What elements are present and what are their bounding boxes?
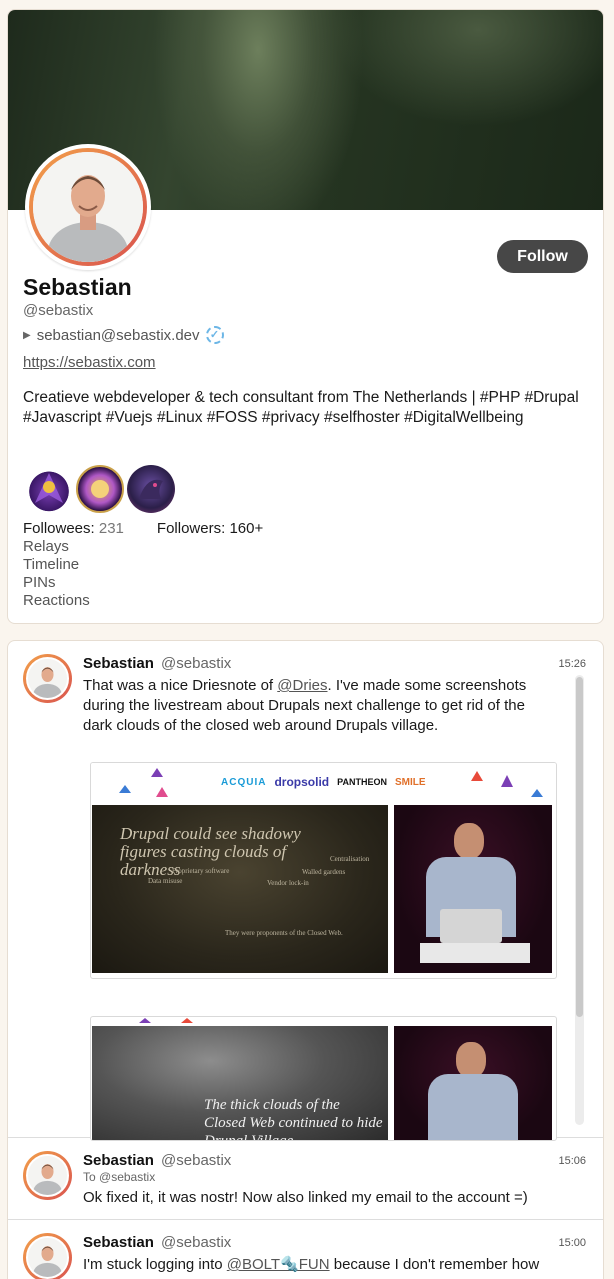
nav-reactions[interactable]: Reactions bbox=[23, 592, 263, 610]
sponsor-acquia: ACQUIA bbox=[221, 776, 267, 788]
sponsor-dropsolid: dropsolid bbox=[274, 775, 330, 789]
badge-sun-icon[interactable] bbox=[76, 465, 124, 513]
person-photo-icon bbox=[28, 659, 67, 698]
note-avatar[interactable] bbox=[23, 654, 72, 703]
note-avatar[interactable] bbox=[23, 1233, 72, 1279]
profile-card: Follow Sebastian @sebastix ▶ sebastian@s… bbox=[7, 9, 604, 624]
verified-icon: ✓ bbox=[205, 326, 224, 344]
note-author-handle: @sebastix bbox=[161, 1152, 232, 1169]
note-author-handle: @sebastix bbox=[161, 1234, 232, 1251]
followers-count: 160+ bbox=[229, 520, 264, 537]
sponsor-bar: ACQUIA dropsolid PANTHEON SMILE bbox=[91, 763, 556, 805]
nip05-address: sebastian@sebastix.dev bbox=[36, 326, 200, 344]
slide-title: The thick clouds of the Closed Web conti… bbox=[204, 1097, 383, 1141]
person-photo-icon bbox=[33, 152, 143, 262]
sponsor-logos: ACQUIA dropsolid PANTHEON SMILE bbox=[221, 775, 426, 789]
badge-dragon-icon[interactable] bbox=[25, 465, 73, 513]
slide-illustration: Drupal could see shadowy figures casting… bbox=[92, 805, 388, 973]
note-content: I'm stuck logging into @BOLT🔩FUN because… bbox=[83, 1256, 540, 1279]
profile-nav: Relays Timeline PINs Reactions bbox=[23, 538, 263, 610]
scrollbar-thumb[interactable] bbox=[576, 677, 583, 1017]
mention-link[interactable]: @BOLT🔩FUN bbox=[227, 1256, 330, 1273]
nav-relays[interactable]: Relays bbox=[23, 538, 263, 556]
profile-handle: @sebastix bbox=[23, 302, 94, 319]
speaker-video-frame bbox=[394, 805, 552, 973]
speaker-video-frame bbox=[394, 1026, 552, 1140]
note-scrollbar[interactable] bbox=[575, 675, 584, 1125]
sponsor-smile: SMILE bbox=[394, 776, 426, 788]
nip05-row[interactable]: ▶ sebastian@sebastix.dev ✓ bbox=[23, 326, 224, 344]
badge-raven-icon[interactable] bbox=[127, 465, 175, 513]
note-author-name[interactable]: Sebastian bbox=[83, 1234, 154, 1251]
profile-website-link[interactable]: https://sebastix.com bbox=[23, 354, 156, 371]
slide-illustration: The thick clouds of the Closed Web conti… bbox=[92, 1026, 388, 1141]
nav-timeline[interactable]: Timeline bbox=[23, 556, 263, 574]
note-image[interactable]: The thick clouds of the Closed Web conti… bbox=[90, 1016, 557, 1141]
notes-feed: Sebastian @sebastix 15:26 That was a nic… bbox=[7, 640, 604, 1279]
person-photo-icon bbox=[28, 1238, 67, 1277]
disclosure-triangle-icon[interactable]: ▶ bbox=[23, 330, 31, 341]
followees-count: 231 bbox=[98, 520, 124, 537]
note-timestamp[interactable]: 15:06 bbox=[558, 1155, 586, 1167]
sponsor-pantheon: PANTHEON bbox=[337, 777, 387, 787]
follow-button[interactable]: Follow bbox=[497, 240, 588, 273]
followers-stat[interactable]: Followers: 160+ bbox=[157, 520, 263, 538]
note-content: That was a nice Driesnote of @Dries. I'v… bbox=[83, 677, 527, 734]
note-timestamp[interactable]: 15:26 bbox=[558, 658, 586, 670]
profile-display-name: Sebastian bbox=[23, 274, 132, 300]
note-content: Ok fixed it, it was nostr! Now also link… bbox=[83, 1189, 528, 1206]
reply-to-label[interactable]: To @sebastix bbox=[83, 1170, 155, 1184]
note-timestamp[interactable]: 15:00 bbox=[558, 1237, 586, 1249]
note-avatar[interactable] bbox=[23, 1151, 72, 1200]
note-author-name[interactable]: Sebastian bbox=[83, 1152, 154, 1169]
note-item[interactable]: Sebastian @sebastix 15:26 That was a nic… bbox=[8, 641, 603, 1141]
note-item[interactable]: Sebastian @sebastix 15:00 I'm stuck logg… bbox=[8, 1220, 603, 1279]
profile-avatar[interactable] bbox=[25, 144, 151, 270]
profile-stats: Followees: 231 Followers: 160+ Relays Ti… bbox=[23, 520, 263, 610]
badge-list bbox=[25, 465, 175, 513]
mention-link[interactable]: @Dries bbox=[277, 677, 327, 694]
note-item[interactable]: Sebastian @sebastix To @sebastix 15:06 O… bbox=[8, 1138, 603, 1220]
apple-icon bbox=[440, 909, 502, 943]
person-photo-icon bbox=[28, 1156, 67, 1195]
followees-stat[interactable]: Followees: 231 bbox=[23, 520, 124, 538]
note-author-name[interactable]: Sebastian bbox=[83, 655, 154, 672]
profile-bio: Creatieve webdeveloper & tech consultant… bbox=[23, 389, 579, 426]
note-author-handle: @sebastix bbox=[161, 655, 232, 672]
nav-pins[interactable]: PINs bbox=[23, 574, 263, 592]
note-image[interactable]: ACQUIA dropsolid PANTHEON SMILE Drupal c… bbox=[90, 762, 557, 979]
